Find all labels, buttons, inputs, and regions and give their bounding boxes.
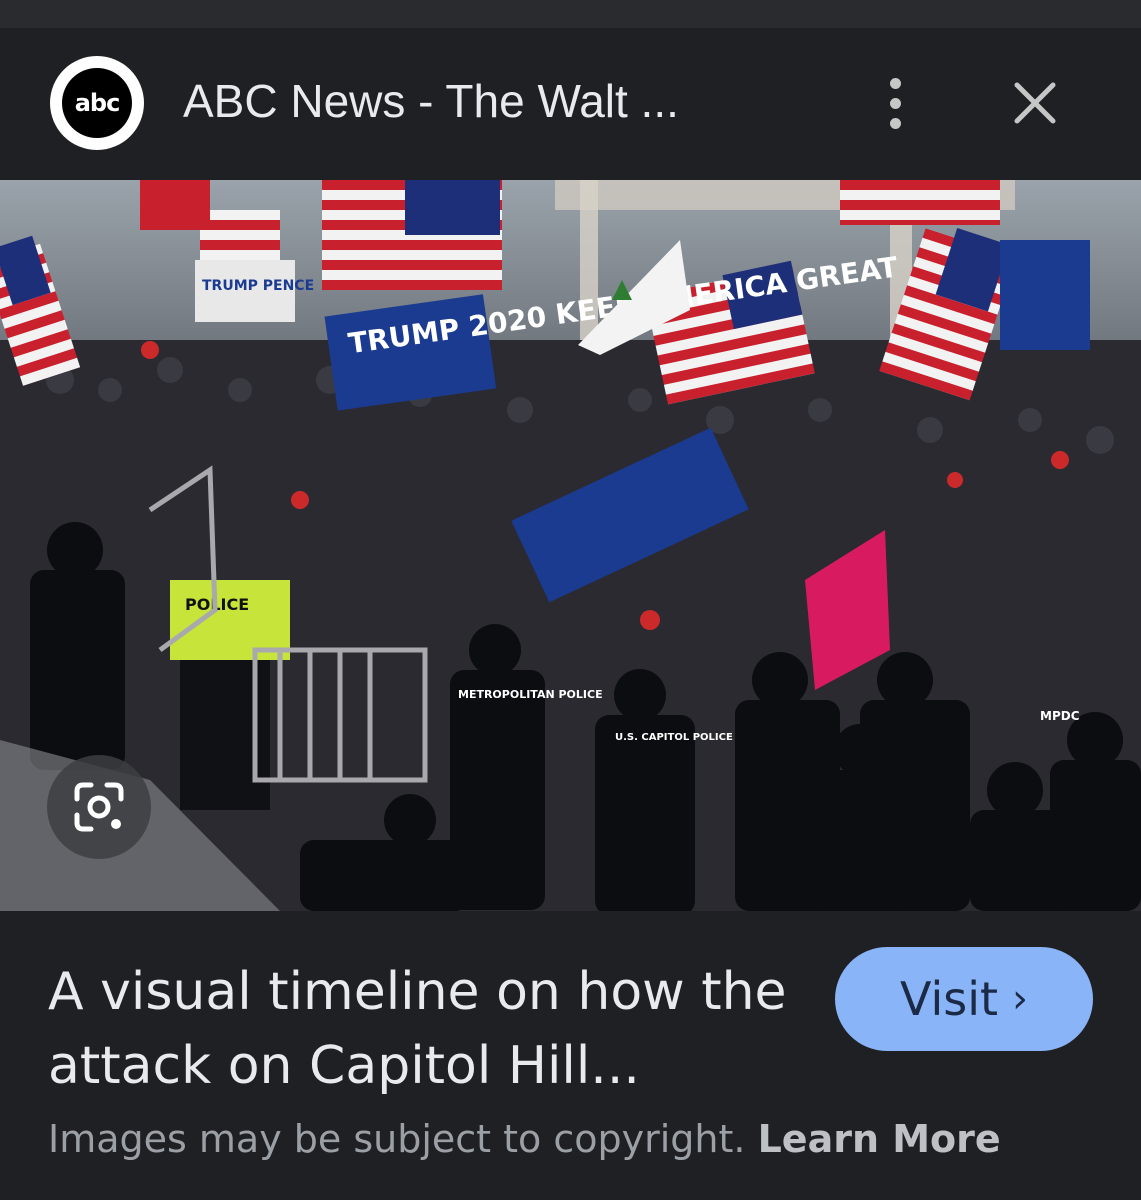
more-dot (889, 97, 901, 109)
abc-logo-icon: abc (62, 68, 132, 138)
crowd-photo: TRUMP 2020 KEEP AMERICA GREAT TRUMP PENC… (0, 180, 1141, 911)
article-headline[interactable]: A visual timeline on how the attack on C… (48, 955, 808, 1103)
learn-more-link[interactable]: Learn More (758, 1117, 1001, 1161)
police-back-text: METROPOLITAN POLICE (458, 688, 603, 701)
more-dot (889, 117, 901, 129)
viewer-header: abc ABC News - The Walt ... (0, 28, 1141, 180)
copyright-notice: Images may be subject to copyright. Lear… (48, 1117, 1001, 1161)
news-image[interactable]: TRUMP 2020 KEEP AMERICA GREAT TRUMP PENC… (0, 180, 1141, 911)
copyright-text: Images may be subject to copyright. (48, 1117, 746, 1161)
close-icon (1014, 82, 1056, 124)
police-back-text: MPDC (1040, 709, 1080, 723)
close-button[interactable] (1005, 73, 1065, 133)
result-footer: A visual timeline on how the attack on C… (0, 911, 1141, 1200)
visit-label: Visit (899, 972, 999, 1026)
lens-search-icon (74, 782, 124, 832)
logo-text: abc (74, 89, 121, 117)
police-back-text: U.S. CAPITOL POLICE (615, 732, 733, 743)
source-logo[interactable]: abc (50, 56, 144, 150)
more-vertical-icon (889, 77, 901, 89)
sign-text: TRUMP PENCE (202, 278, 314, 294)
chevron-right-icon: › (1012, 976, 1029, 1022)
source-title[interactable]: ABC News - The Walt ... (183, 74, 679, 128)
more-options-button[interactable] (870, 68, 920, 138)
status-strip (0, 0, 1141, 28)
lens-search-button[interactable] (47, 755, 151, 859)
visit-button[interactable]: Visit › (835, 947, 1093, 1051)
